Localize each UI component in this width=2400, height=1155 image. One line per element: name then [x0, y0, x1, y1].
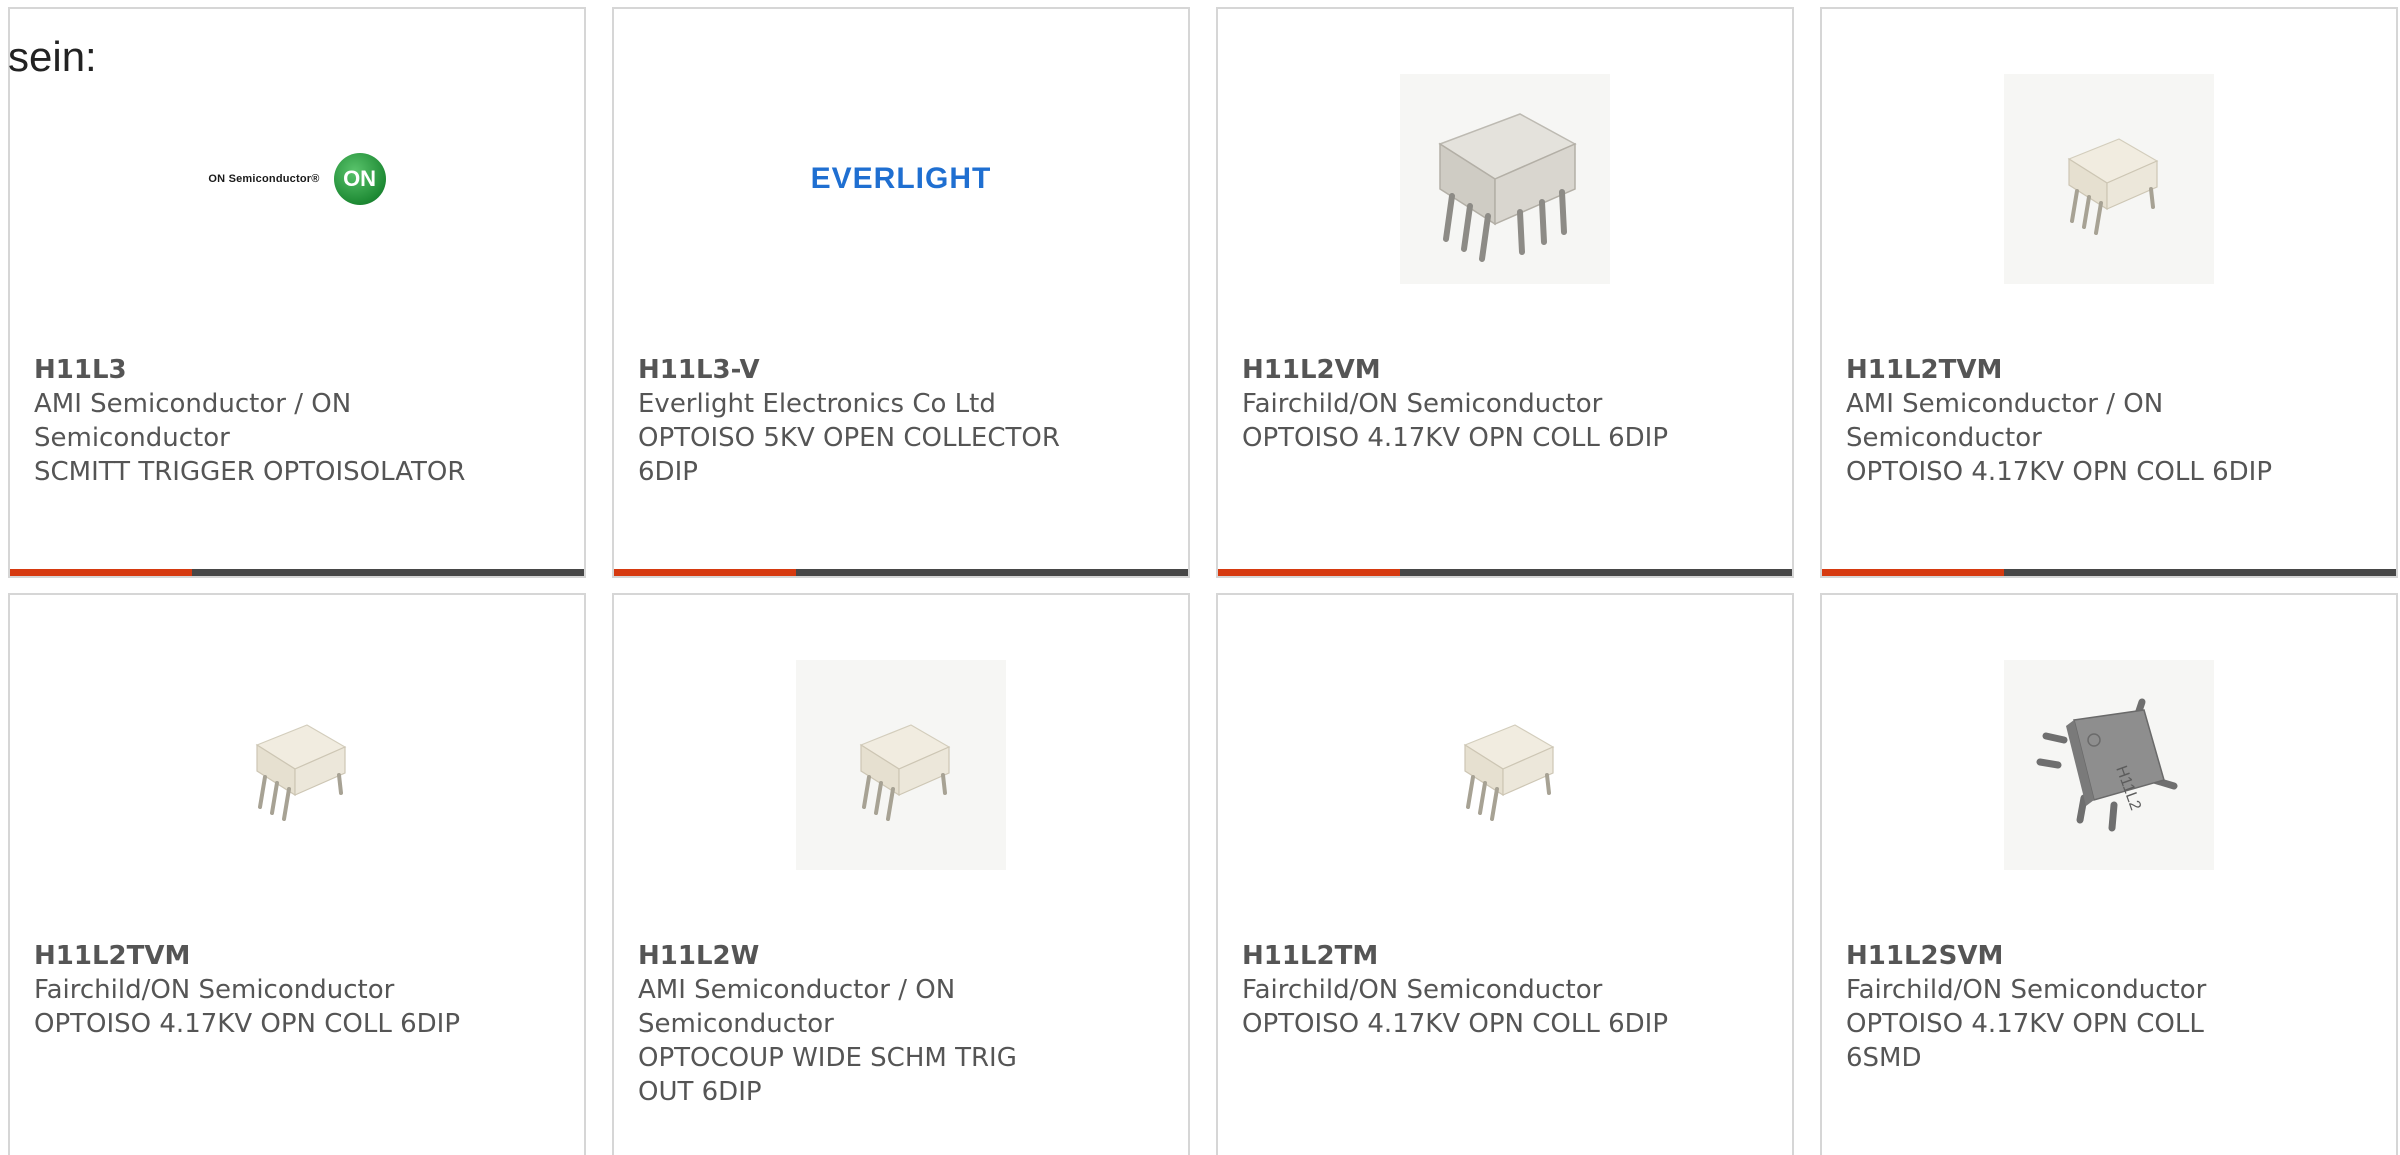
manufacturer: Fairchild/ON Semiconductor: [1846, 975, 2207, 1005]
description: OPTOCOUP WIDE SCHM TRIG OUT 6DIP: [638, 1043, 1017, 1107]
dip6-chip-icon: [2067, 138, 2159, 235]
part-number-link[interactable]: H11L2VM: [1242, 353, 1682, 387]
manufacturer: Fairchild/ON Semiconductor: [1242, 389, 1603, 419]
description: OPTOISO 4.17KV OPN COLL 6SMD: [1846, 1009, 2204, 1073]
part-number-link[interactable]: H11L2W: [638, 939, 1078, 973]
dip6-chip-photo: [192, 660, 402, 870]
card-bar: [614, 569, 1188, 576]
product-card[interactable]: H11L2 H11L2SVM Fairchild/ON Semiconducto…: [1820, 593, 2398, 1155]
product-image[interactable]: [10, 655, 584, 875]
manufacturer: AMI Semiconductor / ON Semiconductor: [638, 975, 956, 1039]
product-grid: ON Semiconductor® ON H11L3 AMI Semicondu…: [8, 7, 2398, 1155]
product-info: H11L2W AMI Semiconductor / ON Semiconduc…: [638, 939, 1078, 1109]
card-bar-accent: [1218, 569, 1400, 576]
product-image[interactable]: EVERLIGHT: [614, 69, 1188, 289]
product-card[interactable]: EVERLIGHT H11L3-V Everlight Electronics …: [612, 7, 1190, 578]
product-info: H11L2VM Fairchild/ON Semiconductor OPTOI…: [1242, 353, 1682, 455]
product-card[interactable]: H11L2TVM AMI Semiconductor / ON Semicond…: [1820, 7, 2398, 578]
product-listing-page: sein: ON Semiconductor® ON H11L3 AMI Sem…: [0, 0, 2400, 1155]
description: OPTOISO 5KV OPEN COLLECTOR 6DIP: [638, 423, 1060, 487]
product-card[interactable]: H11L2VM Fairchild/ON Semiconductor OPTOI…: [1216, 7, 1794, 578]
dip6-chip-icon: [1463, 724, 1555, 821]
product-info: H11L3 AMI Semiconductor / ON Semiconduct…: [34, 353, 474, 489]
product-info: H11L3-V Everlight Electronics Co Ltd OPT…: [638, 353, 1078, 489]
dip6-chip-icon: [859, 724, 951, 821]
dip6-chip-photo: [1400, 660, 1610, 870]
part-number-link[interactable]: H11L3: [34, 353, 474, 387]
dip6-chip-icon: [255, 724, 347, 821]
dip6-chip-photo: [796, 660, 1006, 870]
on-semiconductor-logo: ON Semiconductor® ON: [208, 153, 386, 205]
card-bar-accent: [1822, 569, 2004, 576]
card-bar: [1822, 569, 2396, 576]
dip6-chip-photo: [2004, 74, 2214, 284]
card-bar: [1218, 569, 1792, 576]
smd6-chip-icon: H11L2: [2036, 698, 2178, 832]
product-image[interactable]: [1822, 69, 2396, 289]
part-number-link[interactable]: H11L2TM: [1242, 939, 1682, 973]
description: SCMITT TRIGGER OPTOISOLATOR: [34, 457, 466, 487]
smd6-chip-photo: H11L2: [2004, 660, 2214, 870]
manufacturer: Fairchild/ON Semiconductor: [34, 975, 395, 1005]
description: OPTOISO 4.17KV OPN COLL 6DIP: [1846, 457, 2273, 487]
product-image[interactable]: [1218, 655, 1792, 875]
product-info: H11L2SVM Fairchild/ON Semiconductor OPTO…: [1846, 939, 2286, 1075]
product-image[interactable]: [1218, 69, 1792, 289]
description: OPTOISO 4.17KV OPN COLL 6DIP: [1242, 1009, 1669, 1039]
lead-text: sein:: [8, 33, 97, 80]
part-number-link[interactable]: H11L2SVM: [1846, 939, 2286, 973]
product-card[interactable]: H11L2W AMI Semiconductor / ON Semiconduc…: [612, 593, 1190, 1155]
part-number-link[interactable]: H11L3-V: [638, 353, 1078, 387]
product-image[interactable]: [614, 655, 1188, 875]
card-bar: [10, 569, 584, 576]
everlight-logo: EVERLIGHT: [810, 162, 992, 195]
part-number-link[interactable]: H11L2TVM: [1846, 353, 2286, 387]
dip6-chip-icon: [1438, 113, 1577, 262]
product-card[interactable]: H11L2TVM Fairchild/ON Semiconductor OPTO…: [8, 593, 586, 1155]
manufacturer: Everlight Electronics Co Ltd: [638, 389, 996, 419]
description: OPTOISO 4.17KV OPN COLL 6DIP: [1242, 423, 1669, 453]
product-image[interactable]: H11L2: [1822, 655, 2396, 875]
manufacturer: AMI Semiconductor / ON Semiconductor: [1846, 389, 2164, 453]
manufacturer: AMI Semiconductor / ON Semiconductor: [34, 389, 352, 453]
product-info: H11L2TVM AMI Semiconductor / ON Semicond…: [1846, 353, 2286, 489]
product-info: H11L2TVM Fairchild/ON Semiconductor OPTO…: [34, 939, 474, 1041]
product-info: H11L2TM Fairchild/ON Semiconductor OPTOI…: [1242, 939, 1682, 1041]
description: OPTOISO 4.17KV OPN COLL 6DIP: [34, 1009, 461, 1039]
card-bar-accent: [10, 569, 192, 576]
card-bar-accent: [614, 569, 796, 576]
dip6-chip-large-photo: [1400, 74, 1610, 284]
manufacturer: Fairchild/ON Semiconductor: [1242, 975, 1603, 1005]
product-card[interactable]: ON Semiconductor® ON H11L3 AMI Semicondu…: [8, 7, 586, 578]
part-number-link[interactable]: H11L2TVM: [34, 939, 474, 973]
product-image[interactable]: ON Semiconductor® ON: [10, 69, 584, 289]
product-card[interactable]: H11L2TM Fairchild/ON Semiconductor OPTOI…: [1216, 593, 1794, 1155]
